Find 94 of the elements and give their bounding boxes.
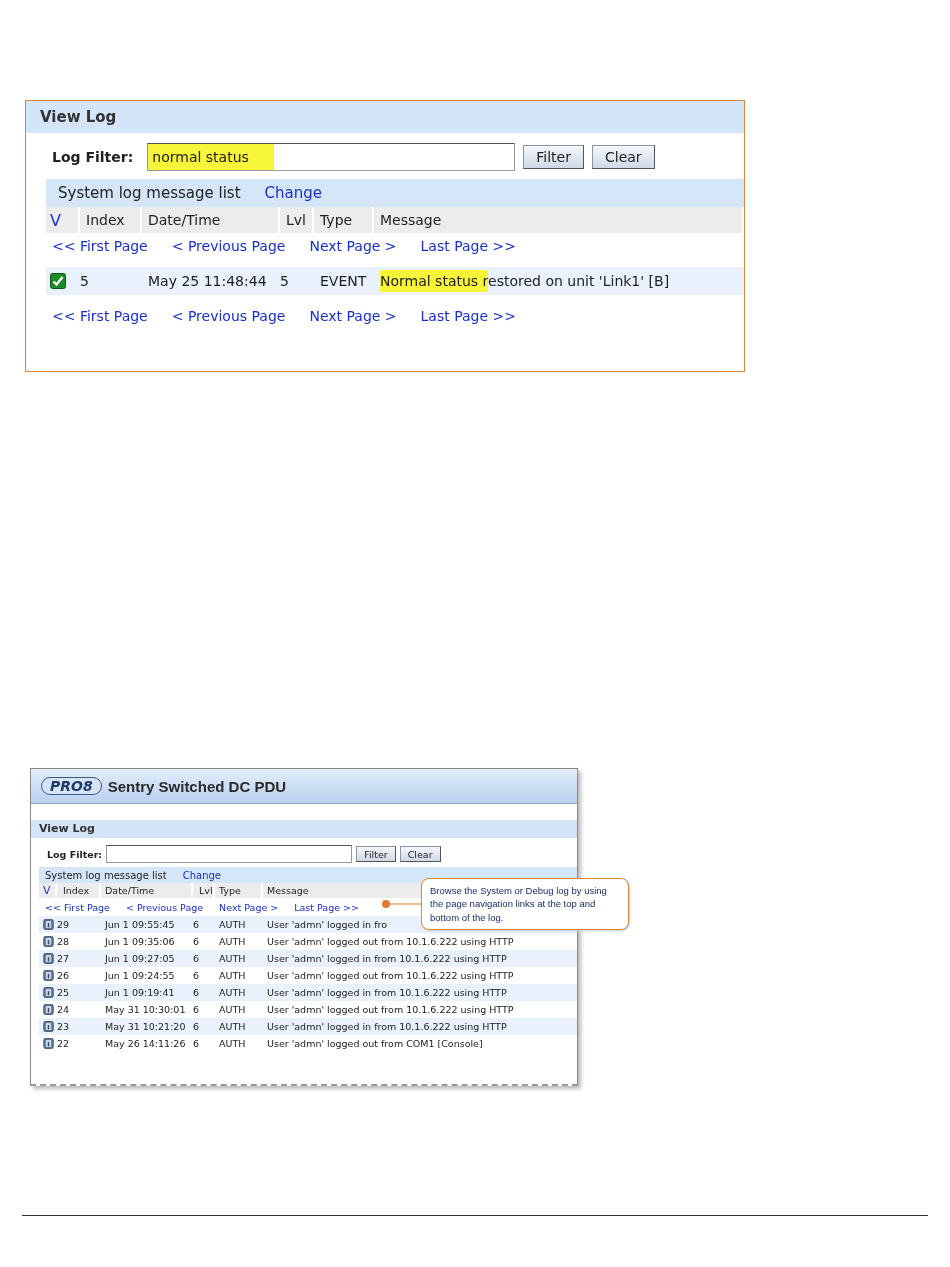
- table-cell-text: User 'admn' logged in from 10.1.6.222 using HTTP: [266, 953, 507, 964]
- table-cell: 28: [57, 936, 70, 947]
- column-header: V: [46, 207, 80, 233]
- list-title: System log message list: [45, 869, 167, 881]
- info-icon: [43, 970, 54, 981]
- table-cell: 6: [193, 953, 200, 964]
- table-cell: 23: [57, 1021, 70, 1032]
- page-link[interactable]: Next Page >: [219, 901, 279, 913]
- table-cell: 5: [280, 273, 289, 289]
- panel-title: View Log: [26, 101, 744, 133]
- filter-button[interactable]: Filter: [356, 846, 396, 862]
- checkmark-icon: [50, 273, 66, 289]
- panel-title: View Log: [31, 820, 577, 838]
- info-icon: [43, 1021, 54, 1032]
- column-header: V: [39, 883, 57, 898]
- change-link[interactable]: Change: [264, 184, 322, 202]
- table-cell-text: May 31 10:30:01: [104, 1004, 186, 1015]
- column-header: Date/Time: [142, 207, 280, 233]
- callout: Browse the System or Debug log by using the page navigation links at the top and bottom of the log.: [421, 878, 629, 930]
- page-link[interactable]: Next Page >: [309, 308, 397, 324]
- page-link[interactable]: < Previous Page: [171, 308, 286, 324]
- filter-label: Log Filter:: [47, 848, 103, 860]
- table-cell-text: Jun 1 09:19:41: [103, 987, 175, 998]
- table-cell-text: Jun 1 09:24:55: [103, 970, 175, 981]
- table-cell-text: User 'admn' logged in from 10.1.6.222 using HTTP: [266, 1021, 507, 1032]
- table-cell-text: AUTH: [218, 1021, 246, 1032]
- leader-line: [381, 898, 421, 909]
- table-cell-text: AUTH: [218, 953, 246, 964]
- filter-label: Log Filter:: [52, 149, 134, 165]
- column-header: Type: [215, 883, 263, 898]
- column-header: Lvl: [193, 883, 215, 898]
- info-icon: [43, 1004, 54, 1015]
- table-cell-text: May 26 14:11:26: [104, 1038, 186, 1049]
- app-title: Sentry Switched DC PDU: [107, 777, 287, 795]
- column-header: Index: [80, 207, 142, 233]
- page-link[interactable]: << First Page: [52, 238, 148, 254]
- column-header: Date/Time: [101, 883, 193, 898]
- table-cell: 22: [57, 1038, 70, 1049]
- table-cell: 6: [193, 1004, 200, 1015]
- table-cell-text: User 'admn' logged out from 10.1.6.222 using HTTP: [266, 970, 514, 981]
- page-link[interactable]: < Previous Page: [125, 901, 204, 913]
- table-cell: 24: [57, 1004, 70, 1015]
- table-cell-text: AUTH: [218, 936, 246, 947]
- table-cell: 6: [193, 1038, 200, 1049]
- table-cell-text: User 'admn' logged out from 10.1.6.222 using HTTP: [266, 936, 514, 947]
- table-cell: 27: [57, 953, 70, 964]
- table-cell-text: AUTH: [218, 919, 246, 930]
- info-icon: [43, 1038, 54, 1049]
- table-cell: 25: [57, 987, 70, 998]
- filter-field[interactable]: normal status: [147, 143, 516, 171]
- column-header: Lvl: [280, 207, 314, 233]
- info-icon: [43, 953, 54, 964]
- table-cell-text: Jun 1 09:35:06: [103, 936, 175, 947]
- info-icon: [43, 936, 54, 947]
- table-cell-text: User 'admn' logged out from 10.1.6.222 using HTTP: [266, 1004, 514, 1015]
- table-cell-text: User 'admn' logged in fro: [266, 919, 387, 930]
- table-cell-text: User 'admn' logged in from 10.1.6.222 using HTTP: [266, 987, 507, 998]
- logo: PRO8: [41, 777, 102, 795]
- info-icon: [43, 919, 54, 930]
- info-icon: [43, 987, 54, 998]
- table-cell-text: AUTH: [218, 987, 246, 998]
- table-cell-text: AUTH: [218, 1004, 246, 1015]
- column-header: Message: [374, 207, 744, 233]
- table-cell-text: Jun 1 09:27:05: [103, 953, 175, 964]
- change-link[interactable]: Change: [182, 869, 221, 881]
- table-cell: 5: [80, 273, 89, 289]
- page-link[interactable]: Last Page >>: [420, 308, 516, 324]
- table-cell-text: May 25 11:48:44: [147, 273, 267, 289]
- column-header: Type: [314, 207, 374, 233]
- page-link[interactable]: < Previous Page: [171, 238, 286, 254]
- table-cell: 6: [193, 919, 200, 930]
- page-link[interactable]: Last Page >>: [420, 238, 516, 254]
- filter-field[interactable]: [106, 845, 353, 863]
- table-cell: 29: [57, 919, 70, 930]
- page-link[interactable]: << First Page: [45, 901, 110, 913]
- filter-button[interactable]: Filter: [523, 145, 584, 169]
- table-cell: 6: [193, 987, 200, 998]
- table-cell-text: May 31 10:21:20: [104, 1021, 186, 1032]
- page-link[interactable]: Next Page >: [309, 238, 397, 254]
- table-cell: 6: [193, 970, 200, 981]
- table-cell: 6: [193, 936, 200, 947]
- filter-button[interactable]: Clear: [591, 145, 655, 169]
- table-cell: 26: [57, 970, 70, 981]
- list-title: System log message list: [58, 184, 241, 202]
- page-link[interactable]: Last Page >>: [294, 901, 359, 913]
- table-cell-text: EVENT: [319, 273, 367, 289]
- page-link[interactable]: << First Page: [52, 308, 148, 324]
- table-cell-text: User 'admn' logged out from COM1 [Console]: [266, 1038, 483, 1049]
- table-cell-text: AUTH: [218, 970, 246, 981]
- filter-button[interactable]: Clear: [399, 846, 441, 862]
- column-header: Index: [57, 883, 101, 898]
- table-cell-text: AUTH: [218, 1038, 246, 1049]
- table-cell-text: Jun 1 09:55:45: [103, 919, 175, 930]
- table-cell: 6: [193, 1021, 200, 1032]
